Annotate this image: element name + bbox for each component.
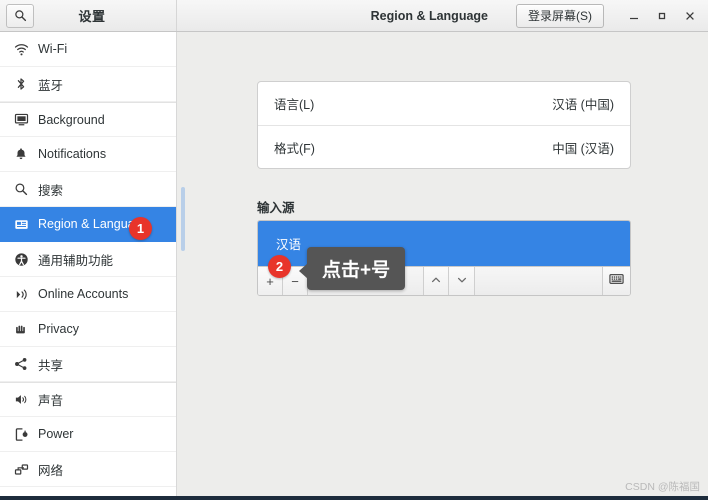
chevron-up-icon [430,274,442,289]
search-icon [10,182,32,196]
main-content: 语言(L) 汉语 (中国) 格式(F) 中国 (汉语) 输入源 汉语 + − [177,32,708,500]
sidebar-item-notifications[interactable]: Notifications [0,137,176,172]
settings-window: 设置 Region & Language 登录屏幕(S) Wi-Fi 蓝牙 Ba… [0,0,708,500]
minimize-button[interactable] [620,3,648,29]
sidebar-item-label: 声音 [38,394,64,408]
bottom-strip [0,496,708,500]
sidebar-item-sharing[interactable]: 共享 [0,347,176,382]
settings-title: 设置 [78,9,106,24]
sound-icon [10,392,32,407]
sidebar-item-universal-access[interactable]: 通用辅助功能 [0,242,176,277]
close-button[interactable] [676,3,704,29]
maximize-icon [656,10,668,22]
share-icon [10,357,32,371]
toolbar-filler [475,267,602,295]
input-sources-heading: 输入源 [257,201,295,215]
sidebar-item-sound[interactable]: 声音 [0,382,176,417]
input-source-name: 汉语 [276,238,302,252]
format-row-label: 格式(F) [274,141,315,156]
move-up-button[interactable] [423,267,449,295]
sidebar-item-search[interactable]: 搜索 [0,172,176,207]
monitor-icon [10,112,32,127]
maximize-button[interactable] [648,3,676,29]
sidebar-item-label: 网络 [38,463,64,478]
page-title: Region & Language [370,8,488,23]
minimize-icon [628,10,640,22]
accessibility-icon [10,252,32,267]
search-button[interactable] [6,3,34,28]
move-down-button[interactable] [449,267,475,295]
sidebar-item-online-accounts[interactable]: Online Accounts [0,277,176,312]
login-screen-button[interactable]: 登录屏幕(S) [516,3,604,28]
keyboard-shortcuts-button[interactable] [602,267,630,295]
chevron-down-icon [456,274,468,289]
language-row-value: 汉语 (中国) [552,98,614,112]
bell-icon [10,147,32,161]
sidebar-header: 设置 [0,0,177,31]
power-icon [10,427,32,442]
search-icon [14,9,27,22]
sidebar-item-wifi[interactable]: Wi-Fi [0,32,176,67]
minus-icon: − [291,273,299,289]
language-icon [10,217,32,232]
sidebar-item-background[interactable]: Background [0,102,176,137]
callout-badge-1: 1 [129,217,152,240]
callout-badge-2-number: 2 [275,259,284,274]
close-icon [684,10,696,22]
callout-tooltip: 点击+号 [298,247,406,290]
sidebar-item-label: 通用辅助功能 [38,253,114,268]
sidebar-item-label: Privacy [38,322,79,336]
window-header: Region & Language 登录屏幕(S) [177,0,708,31]
sidebar-item-power[interactable]: Power [0,417,176,452]
sidebar-item-label: Online Accounts [38,287,129,301]
sidebar-item-label: 共享 [38,358,64,373]
sidebar-item-label: Background [38,112,105,127]
online-accounts-icon [10,287,32,302]
language-settings-card: 语言(L) 汉语 (中国) 格式(F) 中国 (汉语) [257,81,631,169]
content-scrollbar[interactable] [181,187,185,251]
format-row[interactable]: 格式(F) 中国 (汉语) [258,125,630,168]
sidebar-item-network[interactable]: 网络 [0,452,176,487]
format-row-value: 中国 (汉语) [552,141,614,156]
login-screen-button-label: 登录屏幕(S) [528,9,592,23]
keyboard-icon [609,272,624,290]
privacy-hand-icon [10,322,32,336]
window-controls [620,3,704,29]
title-bar: 设置 Region & Language 登录屏幕(S) [0,0,708,32]
sidebar: Wi-Fi 蓝牙 Background Notifications 搜索 Reg… [0,32,177,500]
bluetooth-icon [10,77,32,91]
sidebar-item-label: Wi-Fi [38,42,68,56]
callout-badge-2: 2 [268,255,291,278]
sidebar-item-label: Notifications [38,147,107,161]
sidebar-item-privacy[interactable]: Privacy [0,312,176,347]
watermark: CSDN @陈福国 [625,481,700,493]
network-icon [10,462,32,477]
language-row[interactable]: 语言(L) 汉语 (中国) [258,82,630,125]
sidebar-item-label: 搜索 [38,183,64,198]
sidebar-item-label: 蓝牙 [38,78,64,93]
language-row-label: 语言(L) [274,98,315,112]
callout-badge-1-number: 1 [136,221,145,236]
wifi-icon [10,42,32,57]
sidebar-item-label: Power [38,427,74,441]
sidebar-item-bluetooth[interactable]: 蓝牙 [0,67,176,102]
